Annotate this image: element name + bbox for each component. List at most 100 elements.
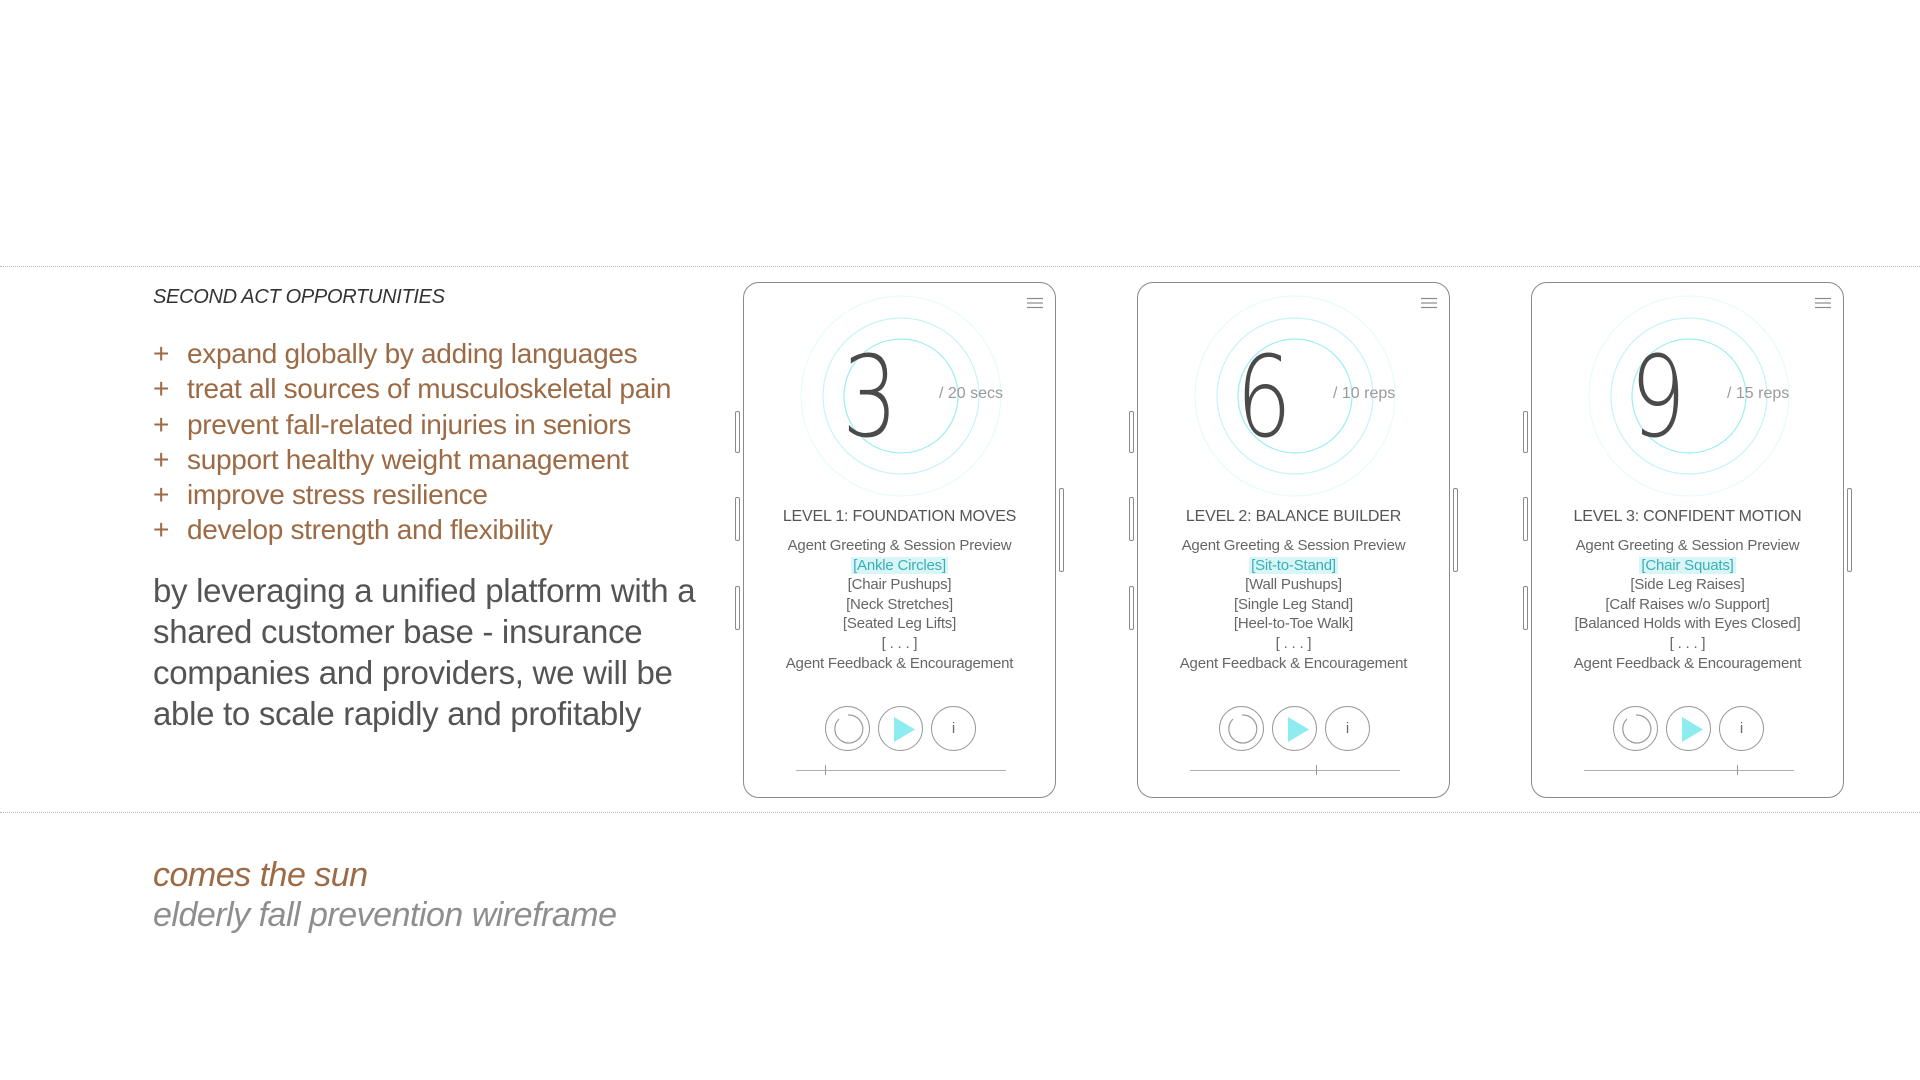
progress-scrubber[interactable]	[1737, 765, 1739, 775]
play-icon	[1288, 717, 1309, 742]
play-icon	[1682, 717, 1703, 742]
opportunities-list: + expand globally by adding languages + tr…	[153, 336, 671, 548]
rep-counter: 9	[1630, 333, 1686, 463]
bottom-divider	[0, 812, 1920, 813]
session-line: [Seated Leg Lifts]	[842, 615, 957, 633]
opportunity-text: prevent fall-related injuries in seniors	[187, 408, 631, 440]
session-line: [Wall Pushups]	[1245, 576, 1342, 594]
section-heading: SECOND ACT OPPORTUNITIES	[153, 286, 445, 308]
info-icon: i	[1345, 720, 1350, 737]
session-line: Agent Greeting & Session Preview	[787, 537, 1012, 554]
session-exercise-list: Agent Greeting & Session Preview [Ankle C…	[744, 536, 1055, 673]
opportunity-text: improve stress resilience	[187, 479, 488, 511]
current-exercise-label: [Ankle Circles]	[851, 556, 948, 574]
rep-counter: 6	[1236, 333, 1292, 463]
session-line: [ . . . ]	[881, 634, 918, 652]
volume-down-button	[1129, 497, 1134, 541]
session-line: Agent Greeting & Session Preview	[1181, 537, 1406, 554]
volume-down-button	[735, 497, 740, 541]
session-line: [Single Leg Stand]	[1234, 595, 1353, 613]
progress-track[interactable]	[796, 765, 1006, 775]
session-line: [Heel-to-Toe Walk]	[1233, 615, 1354, 633]
session-line: [ . . . ]	[1669, 634, 1706, 652]
playback-controls: i	[1138, 706, 1449, 756]
volume-up-button	[1523, 411, 1528, 453]
session-line: [Chair Pushups]	[847, 576, 952, 594]
playback-controls: i	[744, 706, 1055, 756]
session-exercise-list: Agent Greeting & Session Preview [Chair S…	[1532, 536, 1843, 673]
level-title: LEVEL 3: CONFIDENT MOTION	[1573, 508, 1802, 525]
volume-down-button	[1523, 497, 1528, 541]
plus-icon: +	[153, 338, 170, 369]
volume-up-button	[1129, 411, 1134, 453]
leverage-statement: by leveraging a unified platform with a …	[153, 572, 696, 732]
replay-icon	[1228, 714, 1258, 744]
session-line: Agent Feedback & Encouragement	[1179, 654, 1408, 672]
replay-button[interactable]	[825, 706, 870, 751]
progress-scrubber[interactable]	[825, 765, 827, 775]
plus-icon: +	[153, 443, 170, 475]
session-line: [Calf Raises w/o Support]	[1605, 595, 1770, 613]
phone-wireframe-level-2: 6 / 10 reps LEVEL 2: BALANCE BUILDER Age…	[1129, 282, 1458, 798]
session-line: [Balanced Holds with Eyes Closed]	[1574, 615, 1801, 633]
opportunity-text: treat all sources of musculoskeletal pai…	[187, 373, 672, 405]
rep-counter: 3	[842, 333, 898, 463]
opportunity-item: + improve stress resilience	[153, 477, 671, 512]
plus-icon: +	[153, 408, 170, 440]
session-exercise-list: Agent Greeting & Session Preview [Sit-to-…	[1138, 536, 1449, 673]
plus-icon: +	[153, 479, 170, 511]
session-line: Agent Feedback & Encouragement	[1573, 654, 1802, 672]
replay-icon	[1622, 714, 1652, 744]
plus-icon: +	[153, 514, 170, 546]
session-line: Agent Greeting & Session Preview	[1575, 537, 1800, 554]
playback-controls: i	[1532, 706, 1843, 756]
current-exercise: [Sit-to-Stand]	[1138, 556, 1449, 576]
replay-button[interactable]	[1219, 706, 1264, 751]
info-button[interactable]: i	[931, 706, 976, 751]
progress-track[interactable]	[1584, 765, 1794, 775]
side-button-lower	[735, 586, 740, 630]
power-button	[1453, 488, 1458, 572]
session-line: [Side Leg Raises]	[1630, 576, 1745, 594]
progress-scrubber[interactable]	[1316, 765, 1317, 775]
current-exercise: [Ankle Circles]	[744, 556, 1055, 576]
side-button-lower	[1523, 586, 1528, 630]
volume-up-button	[735, 411, 740, 453]
replay-icon	[834, 714, 864, 744]
counter-unit: / 20 secs	[939, 385, 1004, 402]
info-button[interactable]: i	[1719, 706, 1764, 751]
counter-unit: / 15 reps	[1727, 385, 1790, 402]
opportunity-text: support healthy weight management	[187, 443, 629, 475]
play-button[interactable]	[878, 706, 923, 751]
opportunity-item: + support healthy weight management	[153, 442, 671, 477]
progress-track[interactable]	[1190, 765, 1400, 775]
opportunity-item: + develop strength and flexibility	[153, 512, 671, 547]
opportunity-item: + treat all sources of musculoskeletal pa…	[153, 371, 671, 406]
info-icon: i	[951, 720, 956, 737]
phone-wireframe-level-1: 3 / 20 secs LEVEL 1: FOUNDATION MOVES Ag…	[735, 282, 1064, 798]
replay-button[interactable]	[1613, 706, 1658, 751]
opportunity-text: develop strength and flexibility	[187, 514, 553, 546]
play-button[interactable]	[1666, 706, 1711, 751]
level-title: LEVEL 1: FOUNDATION MOVES	[782, 508, 1017, 525]
play-button[interactable]	[1272, 706, 1317, 751]
top-divider	[0, 266, 1920, 267]
opportunity-item: + expand globally by adding languages	[153, 336, 671, 371]
counter-unit: / 10 reps	[1333, 385, 1396, 402]
side-button-lower	[1129, 586, 1134, 630]
session-line: [ . . . ]	[1275, 634, 1312, 652]
info-icon: i	[1739, 720, 1744, 737]
brand-subtitle: elderly fall prevention wireframe	[153, 896, 617, 934]
current-exercise: [Chair Squats]	[1532, 556, 1843, 576]
opportunity-text: expand globally by adding languages	[187, 338, 638, 369]
phone-wireframe-level-3: 9 / 15 reps LEVEL 3: CONFIDENT MOTION Ag…	[1523, 282, 1852, 798]
power-button	[1059, 488, 1064, 572]
power-button	[1847, 488, 1852, 572]
brand-title: comes the sun	[153, 856, 368, 894]
session-line: Agent Feedback & Encouragement	[785, 654, 1014, 672]
current-exercise-label: [Chair Squats]	[1639, 556, 1736, 574]
opportunity-item: + prevent fall-related injuries in senior…	[153, 407, 671, 442]
play-icon	[894, 717, 915, 742]
info-button[interactable]: i	[1325, 706, 1370, 751]
session-line: [Neck Stretches]	[846, 595, 953, 613]
